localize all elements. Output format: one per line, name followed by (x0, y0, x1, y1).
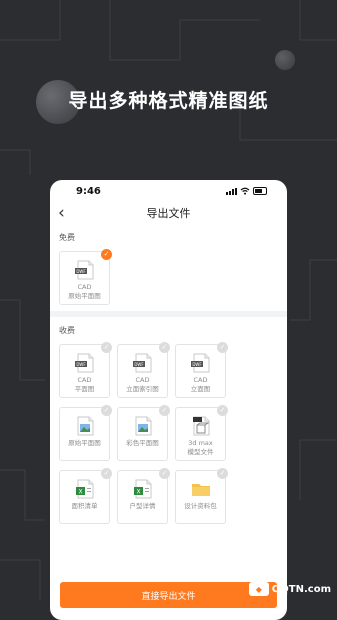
excel-file-icon: X (133, 479, 153, 499)
free-section: 免费 ✓ DWF CAD 原始平面图 (50, 224, 287, 311)
paid-card-label: 面积清单 (71, 502, 98, 510)
paid-card-label: CAD 平面图 (74, 376, 95, 393)
dwg-file-icon: DWF (132, 353, 153, 373)
dwg-file-icon: DWF (190, 353, 211, 373)
headline: 导出多种格式精准图纸 (68, 90, 269, 112)
svg-text:X: X (78, 489, 82, 496)
status-time: 9:46 (76, 185, 101, 197)
paid-card-label: CAD 立面图 (190, 376, 211, 393)
phone-screen: 9:46 ‹ 导出文件 免费 ✓ DWF CAD 原始平面图 收费 ✓ DWF CAD 平面… (50, 180, 287, 620)
svg-text:DWF: DWF (76, 269, 86, 274)
paid-section: 收费 ✓ DWF CAD 平面图 ✓ DWF CAD 立面索引图 ✓ DWF CAD 立面图 ✓ 原始平面… (50, 317, 287, 530)
paid-card-label: 户型详情 (129, 502, 156, 510)
paid-card[interactable]: ✓ 原始平面图 (59, 405, 112, 461)
watermark-logo-icon: ◆ (248, 582, 269, 596)
paid-card-label: 设计资料包 (184, 502, 217, 510)
free-card-label: CAD 原始平面图 (68, 283, 101, 300)
nav-bar: ‹ 导出文件 (50, 202, 287, 224)
paid-card-label: 3d max 模型文件 (187, 439, 214, 456)
wifi-icon (240, 187, 250, 195)
svg-text:DWF: DWF (192, 362, 202, 367)
free-section-label: 免费 (59, 233, 75, 242)
image-file-icon (75, 416, 95, 436)
dwg-file-icon: DWF (74, 353, 95, 373)
paid-card[interactable]: ✓ 设计资料包 (175, 468, 228, 524)
watermark: ◆ QQTN.com (248, 582, 331, 596)
paid-card-label: 原始平面图 (68, 439, 101, 447)
svg-text:DWF: DWF (76, 362, 86, 367)
image-file-icon (133, 416, 153, 436)
folder-icon (191, 479, 211, 499)
paid-card[interactable]: ✓ DWF CAD 立面图 (175, 342, 228, 398)
checkmark-selected-icon[interactable]: ✓ (101, 249, 112, 260)
checkmark-icon[interactable]: ✓ (217, 342, 228, 353)
excel-file-icon: X (75, 479, 95, 499)
battery-icon (253, 187, 267, 195)
paid-card-label: 彩色平面图 (126, 439, 159, 447)
checkmark-icon[interactable]: ✓ (159, 405, 170, 416)
dwg-file-icon: DWF (74, 260, 95, 280)
paid-card[interactable]: ✓ X 户型详情 (117, 468, 170, 524)
paid-card[interactable]: ✓ DWF CAD 立面索引图 (117, 342, 170, 398)
checkmark-icon[interactable]: ✓ (217, 468, 228, 479)
paid-grid: ✓ DWF CAD 平面图 ✓ DWF CAD 立面索引图 ✓ DWF CAD 立面图 ✓ 原始平面图 ✓ 彩… (59, 342, 278, 524)
paid-card[interactable]: ✓ DWF CAD 平面图 (59, 342, 112, 398)
status-bar: 9:46 (50, 180, 287, 202)
back-chevron-icon[interactable]: ‹ (58, 204, 65, 222)
checkmark-icon[interactable]: ✓ (101, 405, 112, 416)
max-file-icon (191, 416, 211, 436)
paid-card-label: CAD 立面索引图 (126, 376, 159, 393)
svg-text:DWF: DWF (134, 362, 144, 367)
paid-card[interactable]: ✓ X 面积清单 (59, 468, 112, 524)
paid-card[interactable]: ✓ 彩色平面图 (117, 405, 170, 461)
checkmark-icon[interactable]: ✓ (101, 468, 112, 479)
checkmark-icon[interactable]: ✓ (159, 342, 170, 353)
checkmark-icon[interactable]: ✓ (159, 468, 170, 479)
export-button[interactable]: 直接导出文件 (60, 582, 277, 608)
paid-section-label: 收费 (59, 326, 75, 335)
svg-text:X: X (136, 489, 140, 496)
checkmark-icon[interactable]: ✓ (101, 342, 112, 353)
checkmark-icon[interactable]: ✓ (217, 405, 228, 416)
decor-circle-small (275, 50, 295, 70)
signal-icon (226, 187, 237, 195)
watermark-text: QQTN.com (271, 583, 331, 595)
free-card[interactable]: ✓ DWF CAD 原始平面图 (59, 249, 112, 305)
page-title: 导出文件 (146, 207, 191, 220)
paid-card[interactable]: ✓ 3d max 模型文件 (175, 405, 228, 461)
free-grid: ✓ DWF CAD 原始平面图 (59, 249, 278, 305)
